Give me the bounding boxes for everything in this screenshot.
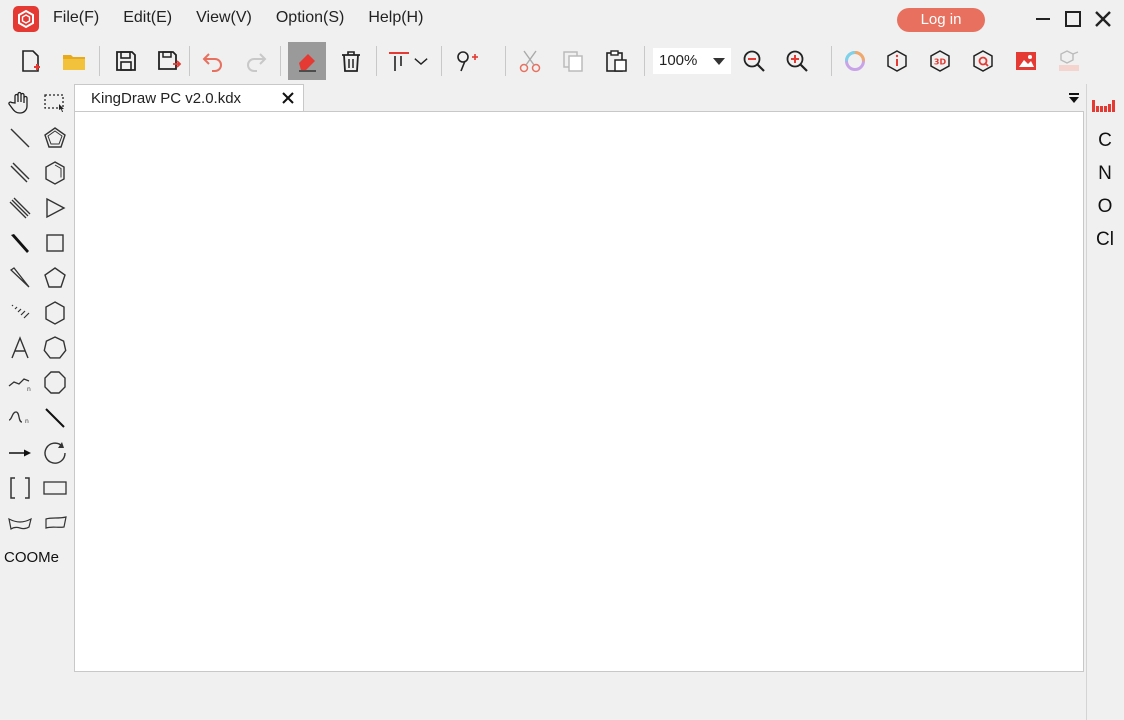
hexagon-ring-icon[interactable]	[40, 298, 70, 328]
octagon-ring-icon[interactable]	[40, 368, 70, 398]
save-icon[interactable]	[111, 46, 141, 76]
drawing-canvas[interactable]	[74, 111, 1084, 672]
menu-file[interactable]: File(F)	[53, 9, 99, 27]
svg-text:n: n	[25, 418, 29, 425]
element-carbon[interactable]: C	[1087, 130, 1123, 152]
menu-option[interactable]: Option(S)	[276, 9, 344, 27]
svg-text:n: n	[27, 386, 31, 393]
hand-tool-icon[interactable]	[5, 88, 35, 118]
zoom-value: 100%	[659, 52, 698, 69]
zoom-select[interactable]: 100%	[653, 48, 731, 74]
menu-edit[interactable]: Edit(E)	[123, 9, 172, 27]
wedge-bond-icon[interactable]	[5, 228, 35, 258]
pentagon-ring-icon[interactable]	[40, 263, 70, 293]
zoom-in-icon[interactable]	[782, 46, 812, 76]
chain-n-tool-icon[interactable]: n	[5, 368, 35, 398]
document-tab[interactable]: KingDraw PC v2.0.kdx	[74, 84, 304, 112]
element-oxygen[interactable]: O	[1087, 196, 1123, 218]
close-icon[interactable]	[1092, 8, 1114, 30]
document-tab-title: KingDraw PC v2.0.kdx	[91, 90, 242, 107]
menu-bar: File(F) Edit(E) View(V) Option(S) Help(H…	[53, 9, 447, 27]
wavy-chain-icon[interactable]: n	[5, 403, 35, 433]
image-recognition-icon[interactable]	[1011, 46, 1041, 76]
line-tool-icon[interactable]	[40, 403, 70, 433]
coome-group-label[interactable]: COOMe	[4, 549, 59, 566]
hollow-wedge-bond-icon[interactable]	[5, 263, 35, 293]
undo-icon[interactable]	[198, 46, 228, 76]
rectangle-tool-icon[interactable]	[40, 473, 70, 503]
heptagon-ring-icon[interactable]	[40, 333, 70, 363]
minimize-icon[interactable]	[1032, 8, 1054, 30]
eraser-icon[interactable]	[288, 42, 326, 80]
cyclopentane-icon[interactable]	[40, 123, 70, 153]
info-icon[interactable]	[882, 46, 912, 76]
menu-help[interactable]: Help(H)	[368, 9, 423, 27]
single-bond-icon[interactable]	[5, 123, 35, 153]
element-chlorine[interactable]: Cl	[1087, 229, 1123, 251]
new-file-icon[interactable]	[15, 46, 45, 76]
element-panel: C N O Cl	[1086, 84, 1124, 720]
bracket-tool-icon[interactable]	[5, 473, 35, 503]
marquee-select-icon[interactable]	[40, 88, 70, 118]
name-to-structure-icon[interactable]	[1054, 46, 1084, 76]
status-bar	[0, 674, 1084, 720]
square-ring-icon[interactable]	[40, 228, 70, 258]
text-tool-icon[interactable]	[5, 333, 35, 363]
triangle-arrow-icon[interactable]	[40, 193, 70, 223]
double-bond-icon[interactable]	[5, 158, 35, 188]
align-top-icon[interactable]	[384, 46, 414, 76]
paste-icon[interactable]	[601, 46, 631, 76]
element-nitrogen[interactable]: N	[1087, 163, 1123, 185]
zoom-dropdown-icon	[713, 58, 725, 65]
left-tool-palette: n n COOMe	[0, 84, 72, 720]
svg-text:3D: 3D	[934, 58, 947, 67]
main-toolbar: 100% 3D	[0, 38, 1124, 82]
color-ring-icon[interactable]	[840, 46, 870, 76]
3d-view-icon[interactable]: 3D	[925, 46, 955, 76]
zoom-out-icon[interactable]	[739, 46, 769, 76]
align-dropdown-chevron-down-icon[interactable]	[411, 46, 431, 76]
cut-icon[interactable]	[515, 46, 545, 76]
title-bar: File(F) Edit(E) View(V) Option(S) Help(H…	[0, 0, 1124, 38]
save-as-icon[interactable]	[154, 46, 184, 76]
benzene-icon[interactable]	[40, 158, 70, 188]
maximize-icon[interactable]	[1062, 8, 1084, 30]
tab-list-menu-icon[interactable]	[1068, 91, 1080, 103]
circle-arrow-icon[interactable]	[40, 438, 70, 468]
periodic-table-icon[interactable]	[1091, 96, 1117, 114]
open-folder-icon[interactable]	[59, 46, 89, 76]
hashed-bond-icon[interactable]	[5, 298, 35, 328]
copy-icon[interactable]	[558, 46, 588, 76]
document-tab-bar: KingDraw PC v2.0.kdx	[74, 84, 1084, 112]
tab-close-icon[interactable]	[279, 89, 297, 107]
redo-icon[interactable]	[241, 46, 271, 76]
banner-tool-icon[interactable]	[5, 508, 35, 538]
delete-icon[interactable]	[336, 46, 366, 76]
ribbon-tool-icon[interactable]	[40, 508, 70, 538]
chain-tool-icon[interactable]	[452, 46, 482, 76]
menu-view[interactable]: View(V)	[196, 9, 252, 27]
arrow-tool-icon[interactable]	[5, 438, 35, 468]
triple-bond-icon[interactable]	[5, 193, 35, 223]
query-icon[interactable]	[968, 46, 998, 76]
app-logo-icon	[13, 6, 39, 32]
login-button[interactable]: Log in	[897, 8, 985, 32]
